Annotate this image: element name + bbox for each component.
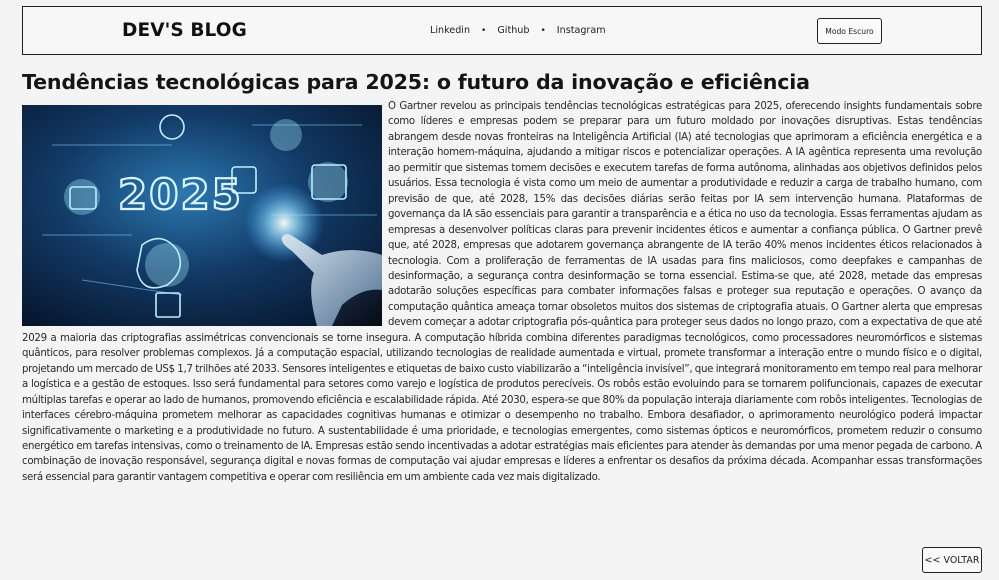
dark-mode-button[interactable]: Modo Escuro xyxy=(817,18,882,44)
nav-separator: • xyxy=(481,25,487,36)
article-title: Tendências tecnológicas para 2025: o fut… xyxy=(22,70,810,94)
social-nav: Linkedin • Github • Instagram xyxy=(430,25,606,36)
hero-year-text: 2025 xyxy=(118,170,243,219)
nav-link-linkedin[interactable]: Linkedin xyxy=(430,25,470,36)
article-hero-image: 2025 xyxy=(22,105,382,326)
nav-link-github[interactable]: Github xyxy=(497,25,529,36)
site-header: DEV'S BLOG Linkedin • Github • Instagram… xyxy=(22,6,982,55)
article-content: 2025 O Gartner revelou as principais ten… xyxy=(22,99,982,485)
nav-separator: • xyxy=(540,25,546,36)
back-button[interactable]: << VOLTAR xyxy=(922,547,982,573)
site-brand[interactable]: DEV'S BLOG xyxy=(122,20,247,41)
nav-link-instagram[interactable]: Instagram xyxy=(557,25,606,36)
